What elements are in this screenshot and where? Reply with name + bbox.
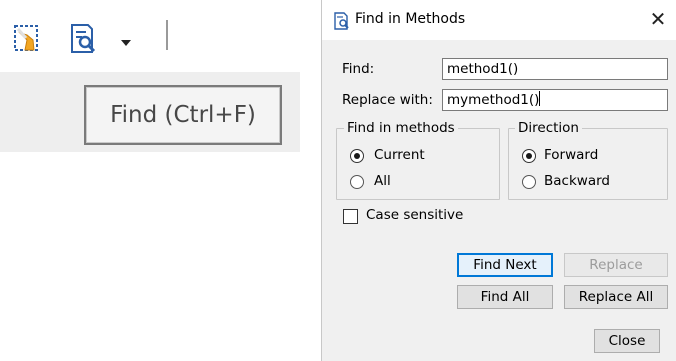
clear-format-icon[interactable] bbox=[14, 25, 40, 53]
replace-label: Replace with: bbox=[342, 92, 433, 108]
direction-forward-label: Forward bbox=[544, 147, 599, 163]
find-all-button[interactable]: Find All bbox=[457, 285, 553, 309]
find-in-methods-dialog: Find in Methods ✕ Find: method1() Replac… bbox=[321, 0, 676, 361]
find-label: Find: bbox=[342, 61, 375, 77]
text-caret bbox=[539, 91, 541, 106]
direction-group bbox=[508, 128, 668, 200]
replace-all-button[interactable]: Replace All bbox=[564, 285, 668, 309]
toolbar bbox=[0, 0, 300, 62]
replace-input[interactable]: mymethod1() bbox=[442, 89, 668, 111]
case-sensitive-label: Case sensitive bbox=[366, 207, 464, 223]
find-next-button[interactable]: Find Next bbox=[457, 253, 553, 277]
dropdown-arrow-icon[interactable] bbox=[121, 33, 131, 46]
scope-all-radio[interactable] bbox=[350, 175, 364, 189]
direction-group-title: Direction bbox=[515, 120, 582, 136]
find-input-value: method1() bbox=[447, 61, 519, 77]
scope-all-label: All bbox=[374, 173, 391, 189]
case-sensitive-checkbox[interactable] bbox=[343, 209, 358, 224]
close-icon[interactable]: ✕ bbox=[647, 7, 669, 31]
scope-current-label: Current bbox=[374, 147, 425, 163]
replace-input-value: mymethod1() bbox=[447, 92, 540, 108]
toolbar-separator bbox=[166, 20, 168, 50]
scope-group-title: Find in methods bbox=[344, 120, 458, 136]
find-input[interactable]: method1() bbox=[442, 58, 668, 80]
find-icon bbox=[334, 12, 350, 30]
close-button[interactable]: Close bbox=[594, 329, 660, 353]
direction-backward-label: Backward bbox=[544, 173, 610, 189]
replace-button[interactable]: Replace bbox=[564, 253, 668, 277]
direction-forward-radio[interactable] bbox=[522, 149, 536, 163]
dialog-titlebar[interactable]: Find in Methods ✕ bbox=[322, 0, 676, 40]
tooltip-find: Find (Ctrl+F) bbox=[84, 85, 282, 145]
dialog-title: Find in Methods bbox=[355, 11, 466, 27]
scope-group bbox=[336, 128, 500, 200]
scope-current-radio[interactable] bbox=[350, 149, 364, 163]
find-icon[interactable] bbox=[70, 24, 98, 54]
direction-backward-radio[interactable] bbox=[522, 175, 536, 189]
